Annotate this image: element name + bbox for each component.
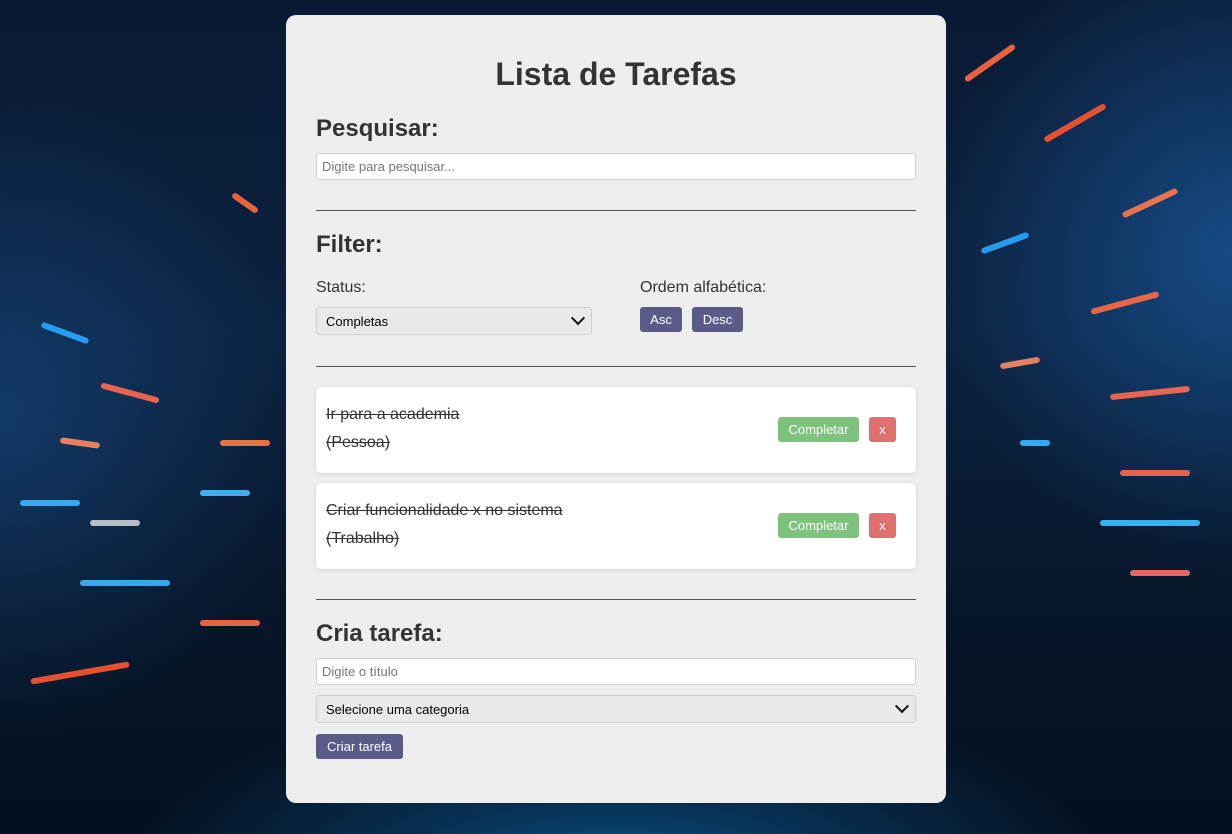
status-label: Status: xyxy=(316,279,366,296)
filter-heading: Filter: xyxy=(316,231,383,258)
task-category: (Trabalho) xyxy=(326,530,400,547)
remove-task-button[interactable]: x xyxy=(869,513,896,538)
create-heading: Cria tarefa: xyxy=(316,620,443,647)
task-category: (Pessoa) xyxy=(326,434,391,451)
task-title-input[interactable] xyxy=(316,658,916,685)
sort-asc-button[interactable]: Asc xyxy=(640,307,682,332)
status-select[interactable]: Completas xyxy=(316,307,592,335)
task-title: Ir para a academia xyxy=(326,406,460,423)
task-item: Ir para a academia (Pessoa) Completar x xyxy=(316,387,916,473)
sort-desc-button[interactable]: Desc xyxy=(692,307,743,332)
todo-card: Lista de Tarefas Pesquisar: Filter: Stat… xyxy=(286,15,946,803)
create-task-button[interactable]: Criar tarefa xyxy=(316,734,403,759)
complete-task-button[interactable]: Completar xyxy=(778,417,859,442)
order-label: Ordem alfabética: xyxy=(640,279,767,296)
remove-task-button[interactable]: x xyxy=(869,417,896,442)
task-title: Criar funcionalidade x no sistema xyxy=(326,502,563,519)
search-input[interactable] xyxy=(316,153,916,180)
category-select[interactable]: Selecione uma categoria xyxy=(316,695,916,723)
category-select-value: Selecione uma categoria xyxy=(326,701,470,717)
chevron-down-icon xyxy=(894,699,910,714)
page-title: Lista de Tarefas xyxy=(495,56,737,92)
chevron-down-icon xyxy=(570,311,586,326)
divider xyxy=(316,210,916,211)
task-item: Criar funcionalidade x no sistema (Traba… xyxy=(316,483,916,569)
divider xyxy=(316,599,916,600)
divider xyxy=(316,366,916,367)
search-heading: Pesquisar: xyxy=(316,115,439,142)
complete-task-button[interactable]: Completar xyxy=(778,513,859,538)
status-select-value: Completas xyxy=(326,313,389,329)
